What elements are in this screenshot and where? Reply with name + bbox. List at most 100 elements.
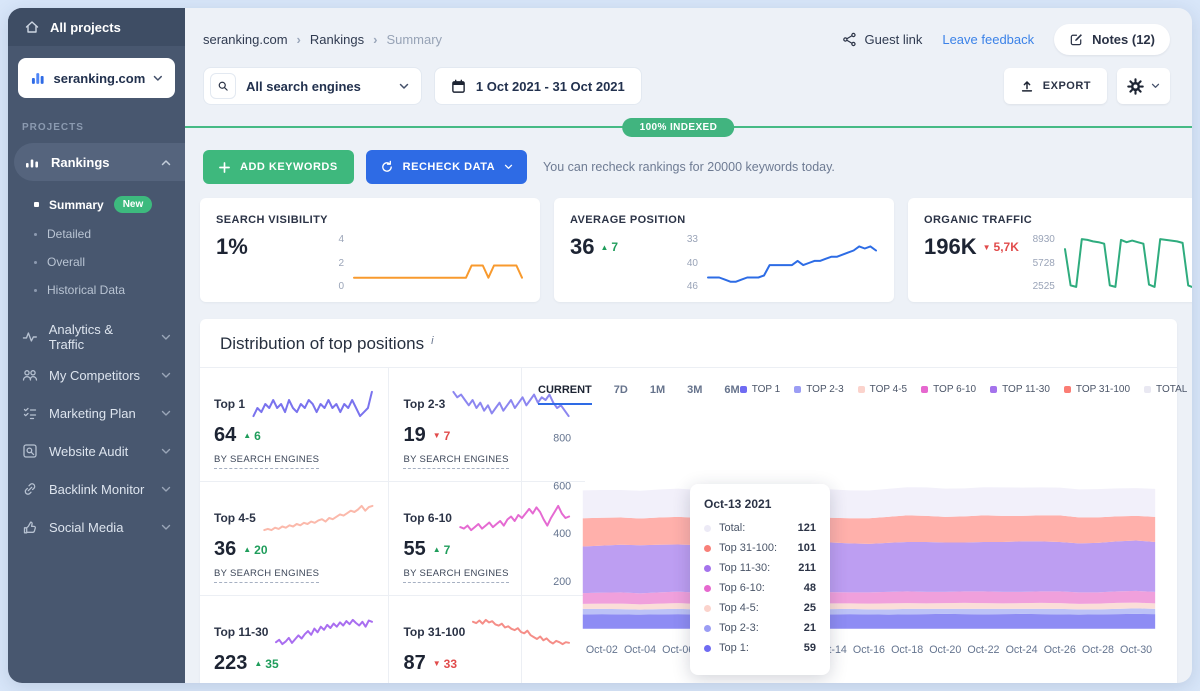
info-icon[interactable]: i	[431, 335, 433, 347]
chart-legend: TOP 1 TOP 2-3 TOP 4-5 TOP 6-10 TOP 11-30…	[740, 384, 1188, 395]
average-position-sparkline	[706, 234, 878, 292]
project-selector[interactable]: seranking.com	[18, 58, 175, 98]
top-4-5-sparkline	[262, 501, 375, 535]
legend-total[interactable]: TOTAL	[1144, 384, 1187, 395]
legend-top-4-5[interactable]: TOP 4-5	[858, 384, 907, 395]
settings-button[interactable]	[1117, 68, 1170, 104]
card-delta: ▼5,7K	[983, 240, 1019, 254]
svg-text:Oct-30: Oct-30	[1120, 644, 1152, 656]
sidebar-item-social-media[interactable]: Social Media	[8, 508, 185, 546]
stat-delta: ▼7	[433, 429, 451, 443]
arrow-down-icon: ▼	[433, 431, 441, 440]
tab-3m[interactable]: 3M	[687, 384, 702, 405]
sidebar-item-summary[interactable]: Summary New	[8, 189, 185, 220]
bullet-icon	[34, 202, 39, 207]
breadcrumb-separator: ›	[373, 32, 377, 47]
legend-swatch	[1144, 386, 1151, 393]
sidebar-item-backlink-monitor[interactable]: Backlink Monitor	[8, 470, 185, 508]
rankings-submenu: Summary New Detailed Overall Historical …	[8, 181, 185, 308]
legend-swatch	[794, 386, 801, 393]
sidebar-item-overall[interactable]: Overall	[8, 248, 185, 276]
legend-top-31-100[interactable]: TOP 31-100	[1064, 384, 1130, 395]
guest-link-button[interactable]: Guest link	[842, 32, 923, 47]
activity-icon	[22, 329, 38, 345]
arrow-up-icon: ▲	[254, 659, 262, 668]
stacked-area-chart[interactable]: 200400600800Oct-02Oct-04Oct-06Oct-08Oct-…	[538, 411, 1161, 663]
recheck-data-button[interactable]: RECHECK DATA	[366, 150, 527, 184]
legend-top-1[interactable]: TOP 1	[740, 384, 781, 395]
rankings-icon	[24, 154, 40, 170]
tooltip-row: Top 31-100:101	[704, 542, 816, 554]
sidebar-item-all-projects[interactable]: All projects	[8, 8, 185, 46]
breadcrumb: seranking.com › Rankings › Summary	[203, 32, 442, 47]
date-range-value: 1 Oct 2021 - 31 Oct 2021	[476, 79, 625, 94]
by-search-engines-link[interactable]: BY SEARCH ENGINES	[403, 568, 508, 583]
chevron-down-icon	[161, 372, 171, 379]
bullet-icon	[34, 261, 37, 264]
date-range-picker[interactable]: 1 Oct 2021 - 31 Oct 2021	[434, 67, 642, 105]
index-progress: 100% INDEXED	[185, 117, 1192, 137]
svg-text:200: 200	[553, 576, 571, 588]
leave-feedback-link[interactable]: Leave feedback	[942, 32, 1034, 47]
card-value: 196K	[924, 234, 977, 260]
by-search-engines-link[interactable]: BY SEARCH ENGINES	[214, 682, 319, 683]
search-icon	[217, 80, 229, 92]
stat-delta: ▼33	[433, 657, 457, 671]
arrow-down-icon: ▼	[433, 659, 441, 668]
indexed-badge: 100% INDEXED	[623, 118, 735, 137]
export-icon	[1020, 79, 1034, 93]
search-engines-select[interactable]: All search engines	[203, 67, 422, 105]
tooltip-row: Top 11-30:211	[704, 562, 816, 574]
export-button[interactable]: EXPORT	[1004, 68, 1107, 104]
card-y-axis: 334046	[670, 234, 698, 292]
chart-tooltip: Oct-13 2021 Total:121 Top 31-100:101 Top…	[690, 484, 830, 675]
legend-top-6-10[interactable]: TOP 6-10	[921, 384, 976, 395]
series-dot	[704, 545, 711, 552]
by-search-engines-link[interactable]: BY SEARCH ENGINES	[403, 682, 508, 683]
breadcrumb-project[interactable]: seranking.com	[203, 32, 288, 47]
home-icon	[24, 19, 40, 35]
checklist-icon	[22, 405, 38, 421]
sidebar-item-website-audit[interactable]: Website Audit	[8, 432, 185, 470]
svg-text:Oct-02: Oct-02	[586, 644, 618, 656]
organic-traffic-sparkline	[1063, 234, 1192, 292]
tooltip-row: Total:121	[704, 522, 816, 534]
sidebar-item-my-competitors[interactable]: My Competitors	[8, 356, 185, 394]
series-dot	[704, 525, 711, 532]
notes-button[interactable]: Notes (12)	[1054, 24, 1170, 55]
series-dot	[704, 565, 711, 572]
tab-7d[interactable]: 7D	[614, 384, 628, 405]
competitors-icon	[22, 367, 38, 383]
legend-top-11-30[interactable]: TOP 11-30	[990, 384, 1050, 395]
stats-cards: SEARCH VISIBILITY 1% 420 AVERAGE POSITIO…	[185, 184, 1192, 302]
sidebar-item-rankings[interactable]: Rankings	[14, 143, 185, 181]
sidebar-item-analytics-traffic[interactable]: Analytics & Traffic	[8, 318, 185, 356]
tab-1m[interactable]: 1M	[650, 384, 665, 405]
top-1-sparkline	[251, 387, 374, 421]
link-icon	[22, 481, 38, 497]
by-search-engines-link[interactable]: BY SEARCH ENGINES	[214, 568, 319, 583]
topbar-actions: Guest link Leave feedback Notes (12)	[842, 24, 1170, 55]
series-dot	[704, 605, 711, 612]
recheck-note: You can recheck rankings for 20000 keywo…	[543, 160, 835, 174]
legend-top-2-3[interactable]: TOP 2-3	[794, 384, 843, 395]
card-title: SEARCH VISIBILITY	[216, 214, 524, 226]
sidebar-item-detailed[interactable]: Detailed	[8, 220, 185, 248]
chevron-down-icon	[153, 75, 163, 82]
tooltip-row: Top 1:59	[704, 642, 816, 654]
tab-6m[interactable]: 6M	[724, 384, 739, 405]
chevron-down-icon	[161, 524, 171, 531]
refresh-icon	[380, 160, 394, 174]
arrow-down-icon: ▼	[983, 243, 991, 252]
by-search-engines-link[interactable]: BY SEARCH ENGINES	[214, 454, 319, 469]
arrow-up-icon: ▲	[243, 431, 251, 440]
sidebar-menu: Analytics & Traffic My Competitors Marke…	[8, 318, 185, 546]
breadcrumb-rankings[interactable]: Rankings	[310, 32, 364, 47]
add-keywords-button[interactable]: ADD KEYWORDS	[203, 150, 354, 184]
card-title: AVERAGE POSITION	[570, 214, 878, 226]
chevron-down-icon	[161, 410, 171, 417]
sidebar-item-historical-data[interactable]: Historical Data	[8, 276, 185, 304]
sidebar-item-marketing-plan[interactable]: Marketing Plan	[8, 394, 185, 432]
by-search-engines-link[interactable]: BY SEARCH ENGINES	[403, 454, 508, 469]
tab-current[interactable]: CURRENT	[538, 384, 592, 405]
